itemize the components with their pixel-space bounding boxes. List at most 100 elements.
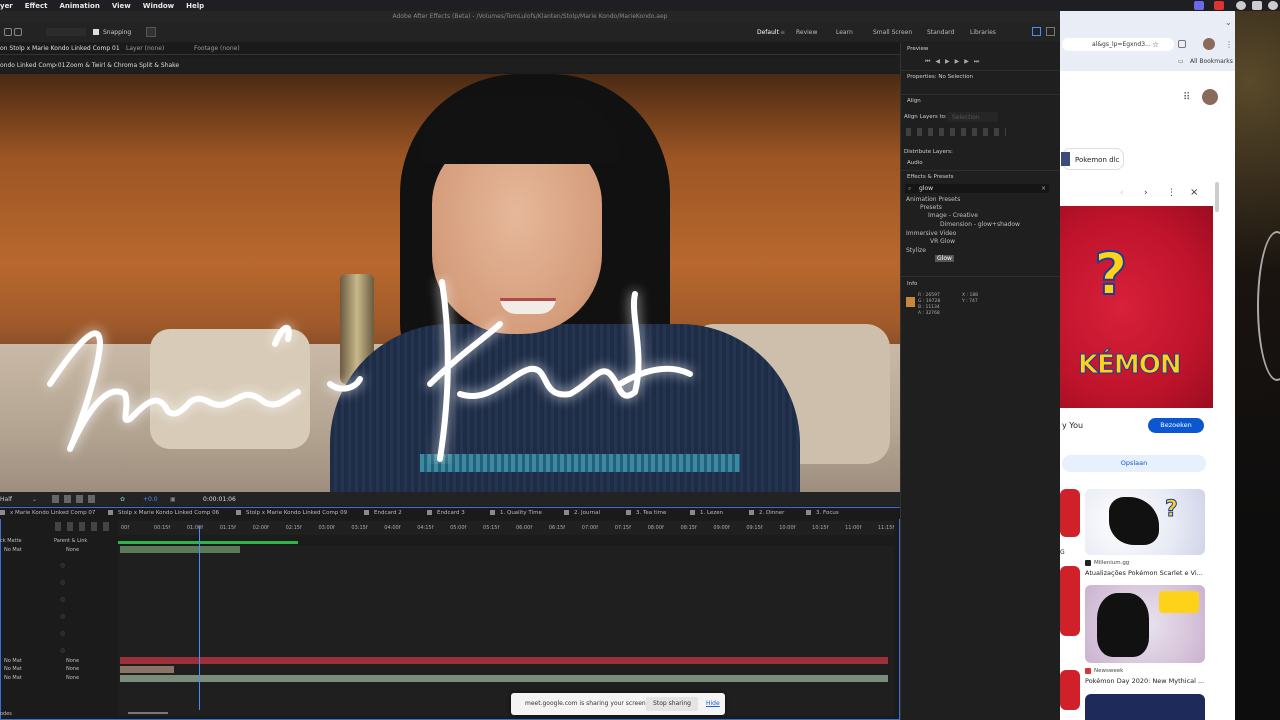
result-caption[interactable]: Pokémon Day 2020: New Mythical ... xyxy=(1085,677,1204,685)
status-icon[interactable] xyxy=(1194,1,1204,10)
bookmark-star-icon[interactable]: ☆ xyxy=(1152,40,1159,49)
search-help-icon[interactable] xyxy=(1032,27,1041,36)
layer-bar[interactable] xyxy=(120,675,888,682)
camera-icon[interactable]: ▣ xyxy=(170,496,176,503)
layer-bar[interactable] xyxy=(120,657,888,664)
tab-comp-09[interactable]: Stolp x Marie Kondo Linked Comp 09 xyxy=(236,510,347,516)
next-arrow-icon[interactable]: › xyxy=(1144,188,1148,198)
matte-select[interactable]: No Mat xyxy=(4,666,22,672)
profile-avatar[interactable] xyxy=(1203,38,1215,50)
playhead[interactable] xyxy=(199,526,200,710)
tab-endcard-2[interactable]: Endcard 2 xyxy=(364,510,402,516)
menu-animation[interactable]: Animation xyxy=(59,2,99,10)
tool-options[interactable] xyxy=(46,28,86,36)
pen-tool-icon[interactable] xyxy=(4,28,12,36)
align-target-select[interactable]: Selection xyxy=(948,112,998,122)
parent-select[interactable]: None xyxy=(66,666,79,672)
tab-comp-06[interactable]: Stolp x Marie Kondo Linked Comp 06 xyxy=(108,510,219,516)
layer-spiral-icon[interactable]: ◎ xyxy=(60,630,65,637)
result-caption[interactable]: Atualizações Pokémon Scarlet e Vi... xyxy=(1085,569,1203,577)
tree-stylize[interactable]: Stylize xyxy=(906,247,926,254)
prev-arrow-icon[interactable]: ‹ xyxy=(1120,188,1124,198)
layer-bar[interactable] xyxy=(120,666,174,673)
share-icon[interactable] xyxy=(1046,27,1055,36)
siri-icon[interactable] xyxy=(1268,1,1278,10)
puppet-tool-icon[interactable] xyxy=(14,28,22,36)
playback-controls[interactable]: ⏮◀▶▶▶⏭ xyxy=(925,58,984,66)
tree-immersive-video[interactable]: Immersive Video xyxy=(906,230,956,237)
tree-presets[interactable]: Presets xyxy=(920,204,942,211)
tree-dimension-glow[interactable]: Dimension - glow+shadow xyxy=(940,221,1020,228)
control-center-icon[interactable] xyxy=(1252,1,1262,10)
composition-viewer[interactable] xyxy=(0,74,900,492)
menu-layer[interactable]: yer xyxy=(0,2,13,10)
align-buttons[interactable] xyxy=(906,128,1006,136)
tree-vr-glow[interactable]: VR Glow xyxy=(930,238,955,245)
info-panel-title[interactable]: Info xyxy=(907,281,917,287)
all-bookmarks[interactable]: All Bookmarks xyxy=(1190,58,1233,65)
chevron-down-icon[interactable]: ⌄ xyxy=(1225,18,1232,27)
status-icon[interactable] xyxy=(1214,1,1224,10)
result-thumbnail[interactable] xyxy=(1085,585,1205,663)
tab-focus[interactable]: 3. Focus xyxy=(806,510,839,516)
clear-search-icon[interactable]: × xyxy=(1041,185,1046,192)
effects-search-input[interactable]: ⌕ glow × xyxy=(905,184,1049,193)
browser-menu-icon[interactable]: ⋮ xyxy=(1225,40,1233,49)
chevron-down-icon[interactable]: ⌄ xyxy=(32,496,37,503)
workspace-menu-icon[interactable]: ≡ xyxy=(780,29,785,36)
tab-journal[interactable]: 2. Journal xyxy=(564,510,600,516)
status-icon[interactable] xyxy=(1236,1,1246,10)
related-search-chip[interactable]: Pokemon dlc xyxy=(1061,148,1124,170)
result-thumbnail[interactable] xyxy=(1060,489,1080,537)
tree-glow[interactable]: Glow xyxy=(935,255,954,262)
parent-select[interactable]: None xyxy=(66,547,79,553)
extensions-icon[interactable] xyxy=(1178,40,1186,48)
exposure-value[interactable]: +0.0 xyxy=(143,496,158,503)
account-avatar[interactable] xyxy=(1202,89,1218,105)
layer-spiral-icon[interactable]: ◎ xyxy=(60,613,65,620)
zoom-slider[interactable] xyxy=(128,712,168,714)
toggle-modes-label[interactable]: odes xyxy=(0,711,12,717)
visit-button[interactable]: Bezoeken xyxy=(1148,418,1204,433)
tree-animation-presets[interactable]: Animation Presets xyxy=(906,196,960,203)
tree-image-creative[interactable]: Image - Creative xyxy=(928,212,978,219)
workspace-default[interactable]: Default xyxy=(757,29,779,36)
matte-select[interactable]: No Mat xyxy=(4,658,22,664)
parent-select[interactable]: None xyxy=(66,675,79,681)
workspace-libraries[interactable]: Libraries xyxy=(970,29,996,36)
matte-select[interactable]: No Mat xyxy=(4,675,22,681)
workspace-standard[interactable]: Standard xyxy=(927,29,954,36)
snapshot-icon[interactable]: ✿ xyxy=(120,496,125,503)
timeline-switch-icons[interactable] xyxy=(55,522,115,531)
save-button[interactable]: Opslaan xyxy=(1062,455,1206,472)
snapping-checkbox[interactable] xyxy=(93,29,99,35)
close-icon[interactable]: × xyxy=(1190,187,1198,198)
snap-options-icon[interactable] xyxy=(146,27,156,37)
layer-bar[interactable] xyxy=(120,546,240,553)
apps-grid-icon[interactable]: ⠿ xyxy=(1183,92,1190,103)
tab-tea-time[interactable]: 3. Tea time xyxy=(626,510,666,516)
tab-footage[interactable]: Footage (none) xyxy=(194,45,240,52)
layer-spiral-icon[interactable]: ◎ xyxy=(60,579,65,586)
workspace-review[interactable]: Review xyxy=(796,29,817,36)
parent-select[interactable]: None xyxy=(66,658,79,664)
tab-quality-time[interactable]: 1. Quality Time xyxy=(490,510,542,516)
breadcrumb-subcomp[interactable]: Zoom & Twirl & Chroma Split & Shake xyxy=(66,62,179,69)
hide-link[interactable]: Hide xyxy=(706,700,720,707)
align-panel-title[interactable]: Align xyxy=(907,98,921,104)
audio-panel-title[interactable]: Audio xyxy=(907,160,923,166)
more-options-icon[interactable]: ⋮ xyxy=(1167,188,1176,198)
result-thumbnail[interactable] xyxy=(1085,694,1205,720)
result-thumbnail[interactable]: ? xyxy=(1085,489,1205,555)
work-area-bar[interactable] xyxy=(118,541,298,544)
preview-panel-title[interactable]: Preview xyxy=(907,46,928,52)
layer-spiral-icon[interactable]: ◎ xyxy=(60,596,65,603)
tab-layer[interactable]: Layer (none) xyxy=(126,45,164,52)
workspace-small-screen[interactable]: Small Screen xyxy=(873,29,912,36)
result-thumbnail[interactable] xyxy=(1060,670,1080,710)
layer-spiral-icon[interactable]: ◎ xyxy=(60,562,65,569)
menu-window[interactable]: Window xyxy=(143,2,174,10)
result-caption-partial[interactable]: G xyxy=(1060,549,1065,556)
tab-lezen[interactable]: 1. Lezen xyxy=(690,510,723,516)
workspace-learn[interactable]: Learn xyxy=(836,29,853,36)
